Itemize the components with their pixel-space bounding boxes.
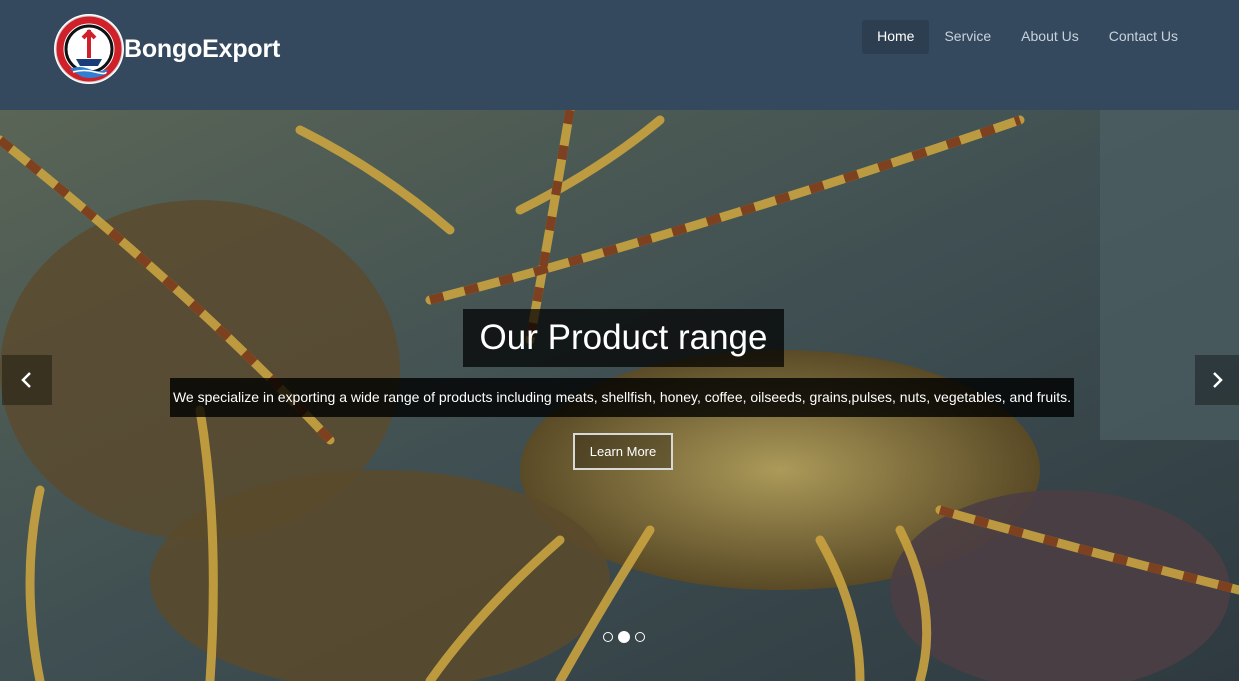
learn-more-button[interactable]: Learn More bbox=[573, 433, 673, 470]
nav-item-contact-us[interactable]: Contact Us bbox=[1094, 20, 1193, 54]
carousel-dot-1[interactable] bbox=[603, 632, 613, 642]
nav-item-home[interactable]: Home bbox=[862, 20, 930, 54]
main-nav: Home Service About Us Contact Us bbox=[862, 20, 1193, 54]
chevron-right-icon bbox=[1213, 372, 1223, 388]
hero-title: Our Product range bbox=[463, 309, 784, 367]
nav-item-service[interactable]: Service bbox=[929, 20, 1006, 54]
carousel-dot-2[interactable] bbox=[618, 631, 630, 643]
brand-name[interactable]: BongoExport bbox=[124, 35, 280, 64]
carousel-next-button[interactable] bbox=[1195, 355, 1239, 405]
carousel-prev-button[interactable] bbox=[2, 355, 52, 405]
ship-logo-icon[interactable] bbox=[54, 14, 124, 84]
navbar: BongoExport Home Service About Us Contac… bbox=[0, 0, 1239, 110]
brand[interactable]: BongoExport bbox=[54, 14, 280, 84]
hero-description: We specialize in exporting a wide range … bbox=[170, 378, 1074, 417]
nav-item-about-us[interactable]: About Us bbox=[1006, 20, 1094, 54]
hero-carousel: Our Product range We specialize in expor… bbox=[0, 110, 1239, 681]
chevron-left-icon bbox=[21, 372, 31, 388]
carousel-indicators bbox=[603, 631, 645, 643]
carousel-dot-3[interactable] bbox=[635, 632, 645, 642]
